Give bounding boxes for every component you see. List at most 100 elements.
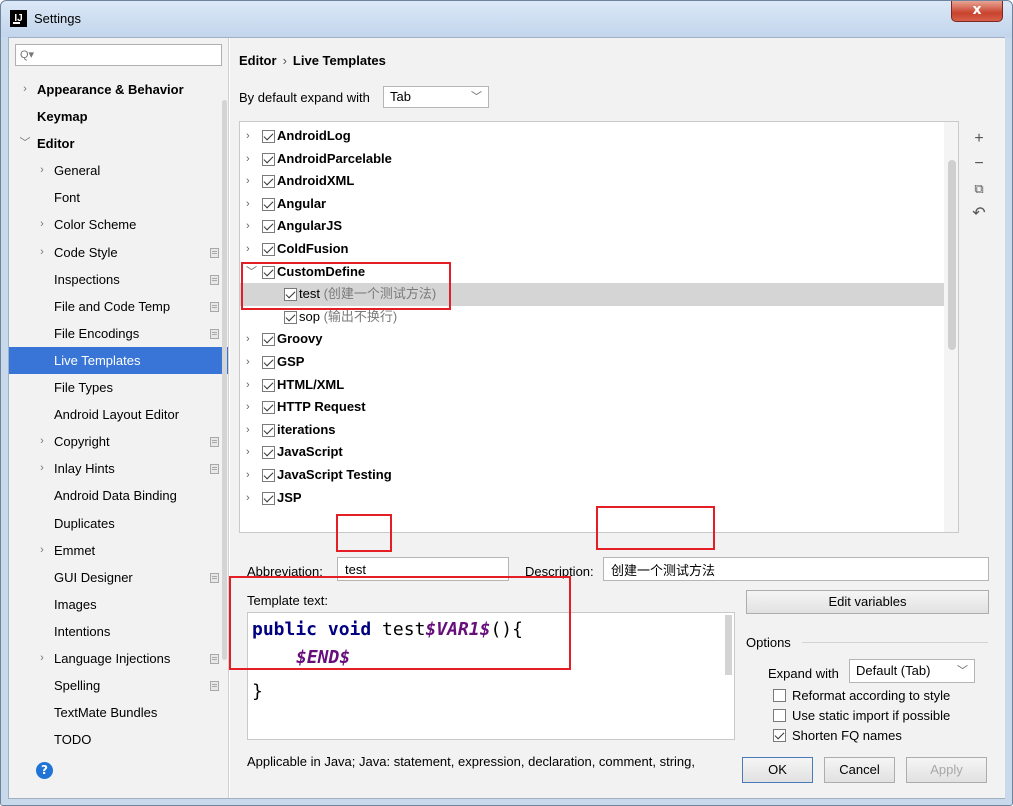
sidebar-item[interactable]: Android Layout Editor xyxy=(9,401,228,428)
chevron-right-icon[interactable]: › xyxy=(246,215,250,237)
sidebar-item[interactable]: › General xyxy=(9,157,228,184)
template-group[interactable]: › AndroidParcelable xyxy=(240,148,958,171)
sidebar-item[interactable]: TODO xyxy=(9,726,228,753)
sidebar-item[interactable]: File Encodings xyxy=(9,320,228,347)
sidebar-item[interactable]: Inspections xyxy=(9,266,228,293)
add-icon[interactable]: + xyxy=(969,129,989,149)
template-group[interactable]: › HTML/XML xyxy=(240,374,958,397)
template-checkbox[interactable] xyxy=(262,265,275,279)
chevron-right-icon[interactable]: › xyxy=(246,328,250,350)
help-icon[interactable]: ? xyxy=(36,762,53,779)
sidebar-item[interactable]: ﹀ Editor xyxy=(9,130,228,157)
template-checkbox[interactable] xyxy=(262,243,275,256)
template-item[interactable]: sop (输出不换行) xyxy=(240,306,958,329)
chevron-right-icon[interactable]: › xyxy=(246,464,250,486)
sidebar-item[interactable]: TextMate Bundles xyxy=(9,699,228,726)
template-checkbox[interactable] xyxy=(262,491,275,505)
chevron-right-icon[interactable]: › xyxy=(36,239,48,266)
breadcrumb-parent[interactable]: Editor xyxy=(239,53,277,68)
template-editor-scrollbar[interactable] xyxy=(725,615,732,675)
sidebar-item[interactable]: Keymap xyxy=(9,103,228,130)
sidebar-item[interactable]: › Color Scheme xyxy=(9,211,228,238)
template-group[interactable]: › AndroidLog xyxy=(240,125,958,148)
chevron-right-icon[interactable]: › xyxy=(246,125,250,147)
chevron-right-icon[interactable]: › xyxy=(36,428,48,455)
sidebar-item[interactable]: Intentions xyxy=(9,618,228,645)
template-checkbox[interactable] xyxy=(262,152,275,166)
settings-search-box[interactable]: Q▾ xyxy=(15,44,222,66)
sidebar-item[interactable]: Images xyxy=(9,591,228,618)
chevron-right-icon[interactable]: › xyxy=(246,396,250,418)
default-expand-select[interactable]: Tab ﹀ xyxy=(383,86,489,108)
template-group[interactable]: › AndroidXML xyxy=(240,170,958,193)
chevron-right-icon[interactable]: › xyxy=(246,193,250,215)
tree-scrollbar-thumb[interactable] xyxy=(948,160,956,350)
template-checkbox[interactable] xyxy=(284,310,297,324)
template-group[interactable]: › HTTP Request xyxy=(240,396,958,419)
applicable-contexts[interactable]: Applicable in Java; Java: statement, exp… xyxy=(247,754,695,769)
template-checkbox[interactable] xyxy=(262,197,275,211)
edit-variables-button[interactable]: Edit variables xyxy=(746,590,989,614)
template-group[interactable]: › iterations xyxy=(240,419,958,442)
chevron-right-icon[interactable]: › xyxy=(246,170,250,192)
static-import-checkbox[interactable] xyxy=(773,709,786,722)
chevron-right-icon[interactable]: › xyxy=(36,211,48,238)
chevron-right-icon[interactable]: › xyxy=(36,645,48,672)
template-checkbox[interactable] xyxy=(262,175,275,189)
template-group[interactable]: › JavaScript Testing xyxy=(240,464,958,487)
description-field[interactable] xyxy=(603,557,989,581)
sidebar-item[interactable]: GUI Designer xyxy=(9,564,228,591)
template-checkbox[interactable] xyxy=(262,356,275,369)
template-group[interactable]: › Angular xyxy=(240,193,958,216)
copy-icon[interactable]: ⧉ xyxy=(969,179,989,199)
chevron-right-icon[interactable]: › xyxy=(246,374,250,396)
abbreviation-field[interactable] xyxy=(337,557,509,581)
template-item[interactable]: test (创建一个测试方法) xyxy=(240,283,958,306)
chevron-right-icon[interactable]: › xyxy=(246,441,250,463)
sidebar-item[interactable]: Duplicates xyxy=(9,510,228,537)
sidebar-scrollbar[interactable] xyxy=(222,100,227,660)
template-group[interactable]: › GSP xyxy=(240,351,958,374)
sidebar-item[interactable]: Font xyxy=(9,184,228,211)
chevron-right-icon[interactable]: › xyxy=(246,487,250,509)
template-group[interactable]: › JSP xyxy=(240,487,958,510)
template-checkbox[interactable] xyxy=(262,333,275,347)
template-checkbox[interactable] xyxy=(262,220,275,234)
reformat-checkbox[interactable] xyxy=(773,689,786,702)
sidebar-item[interactable]: › Inlay Hints xyxy=(9,455,228,482)
sidebar-item[interactable]: File and Code Temp xyxy=(9,293,228,320)
sidebar-item[interactable]: Spelling xyxy=(9,672,228,699)
template-group[interactable]: › AngularJS xyxy=(240,215,958,238)
chevron-right-icon[interactable]: › xyxy=(36,157,48,184)
chevron-right-icon[interactable]: › xyxy=(19,76,31,103)
template-group[interactable]: › ColdFusion xyxy=(240,238,958,261)
restore-icon[interactable]: ↶ xyxy=(969,204,989,224)
sidebar-item[interactable]: Android Data Binding xyxy=(9,482,228,509)
chevron-right-icon[interactable]: › xyxy=(36,537,48,564)
remove-icon[interactable]: − xyxy=(969,154,989,174)
sidebar-item[interactable]: Live Templates xyxy=(9,346,228,375)
sidebar-item[interactable]: › Appearance & Behavior xyxy=(9,76,228,103)
chevron-down-icon[interactable]: ﹀ xyxy=(246,261,257,283)
sidebar-item[interactable]: › Language Injections xyxy=(9,645,228,672)
template-checkbox[interactable] xyxy=(262,378,275,392)
template-group[interactable]: › Groovy xyxy=(240,328,958,351)
template-group[interactable]: ﹀ CustomDefine xyxy=(240,261,958,284)
template-checkbox[interactable] xyxy=(262,469,275,482)
sidebar-item[interactable]: › Copyright xyxy=(9,428,228,455)
template-group[interactable]: › JavaScript xyxy=(240,441,958,464)
chevron-right-icon[interactable]: › xyxy=(36,455,48,482)
chevron-right-icon[interactable]: › xyxy=(246,148,250,170)
template-checkbox[interactable] xyxy=(284,288,297,302)
template-checkbox[interactable] xyxy=(262,401,275,415)
template-checkbox[interactable] xyxy=(262,130,275,143)
cancel-button[interactable]: Cancel xyxy=(824,757,895,783)
sidebar-item[interactable]: › Code Style xyxy=(9,239,228,266)
sidebar-item[interactable]: File Types xyxy=(9,374,228,401)
sidebar-item[interactable]: › Emmet xyxy=(9,537,228,564)
expand-with-select[interactable]: Default (Tab) ﹀ xyxy=(849,659,975,683)
ok-button[interactable]: OK xyxy=(742,757,813,783)
tree-scrollbar[interactable] xyxy=(944,122,958,532)
template-checkbox[interactable] xyxy=(262,446,275,460)
chevron-right-icon[interactable]: › xyxy=(246,238,250,260)
